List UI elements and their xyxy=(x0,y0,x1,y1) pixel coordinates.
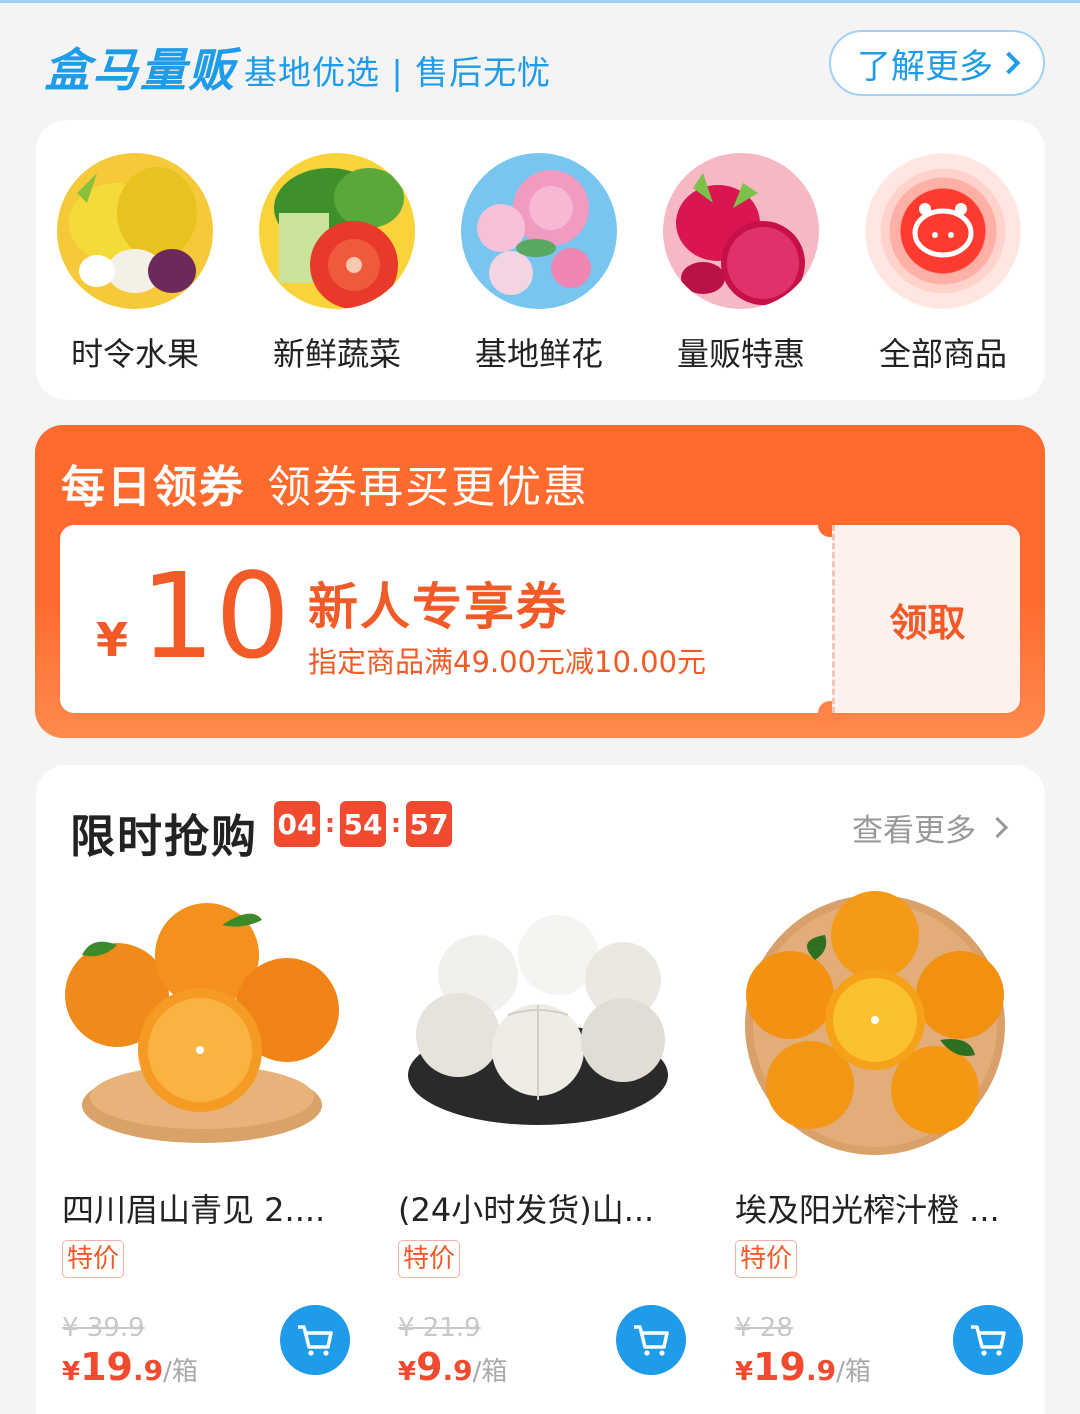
product-image-orange xyxy=(62,885,362,1175)
timer-seconds: 57 xyxy=(406,801,452,847)
category-label: 基地鲜花 xyxy=(474,335,603,373)
learn-more-button[interactable]: 了解更多 xyxy=(829,30,1045,96)
coupon-currency: ¥ xyxy=(96,613,129,667)
original-price: ¥ 39.9 xyxy=(62,1313,145,1343)
cart-icon xyxy=(634,1325,669,1356)
original-price: ¥ 28 xyxy=(735,1313,793,1343)
sale-price: ¥9.9/箱 xyxy=(398,1345,507,1389)
coupon-name: 新人专享券 xyxy=(308,578,568,636)
price-unit: /箱 xyxy=(836,1357,871,1387)
header: 盒马量贩 基地优选 | 售后无忧 了解更多 xyxy=(0,0,1080,120)
timer-separator: : xyxy=(390,809,402,839)
product-card[interactable]: 埃及阳光榨汁橙 ... 特价 ¥ 28 ¥19.9/箱 xyxy=(735,885,1035,1414)
chevron-right-icon xyxy=(997,51,1021,75)
learn-more-label: 了解更多 xyxy=(857,46,993,87)
price-decimal: .9 xyxy=(805,1354,837,1387)
claim-coupon-button[interactable]: 领取 xyxy=(832,525,1020,713)
add-to-cart-button[interactable] xyxy=(280,1305,350,1375)
timer-hours: 04 xyxy=(274,801,320,847)
vegetable-icon xyxy=(259,153,415,309)
brand-tagline: 基地优选 | 售后无忧 xyxy=(244,53,552,92)
brand-logo: 盒马量贩 xyxy=(44,43,236,97)
price-decimal: .9 xyxy=(442,1354,473,1387)
category-label: 时令水果 xyxy=(70,335,199,373)
coupon-section-title: 每日领券 xyxy=(61,462,245,513)
product-name: 四川眉山青见 2.... xyxy=(62,1191,326,1229)
sale-price: ¥19.9/箱 xyxy=(735,1345,871,1389)
flash-sale-card: 限时抢购 04 : 54 : 57 查看更多 四川眉山青见 2.... 特价 ¥… xyxy=(36,765,1045,1414)
category-deals[interactable]: 量贩特惠 xyxy=(661,153,821,375)
product-name: (24小时发货)山... xyxy=(398,1191,655,1229)
special-price-tag: 特价 xyxy=(62,1240,125,1278)
price-decimal: .9 xyxy=(132,1354,164,1387)
price-integer: 19 xyxy=(80,1345,133,1389)
fruit-icon xyxy=(57,153,213,309)
category-label: 新鲜蔬菜 xyxy=(272,335,401,373)
product-card[interactable]: (24小时发货)山... 特价 ¥ 21.9 ¥9.9/箱 xyxy=(398,885,698,1414)
price-unit: /箱 xyxy=(163,1357,198,1387)
price-currency: ¥ xyxy=(62,1357,81,1387)
daily-coupon-section: 每日领券 领券再买更优惠 ¥ 10 新人专享券 指定商品满49.00元减10.0… xyxy=(35,425,1045,738)
price-integer: 19 xyxy=(753,1345,806,1389)
category-vegetable[interactable]: 新鲜蔬菜 xyxy=(257,153,417,375)
dragon-fruit-icon xyxy=(663,153,819,309)
sale-price: ¥19.9/箱 xyxy=(62,1345,198,1389)
price-unit: /箱 xyxy=(472,1357,508,1387)
product-card[interactable]: 四川眉山青见 2.... 特价 ¥ 39.9 ¥19.9/箱 xyxy=(62,885,362,1414)
category-fruit[interactable]: 时令水果 xyxy=(55,153,215,375)
flower-icon xyxy=(461,153,617,309)
claim-label: 领取 xyxy=(889,600,966,645)
category-label: 量贩特惠 xyxy=(676,335,805,373)
coupon-description: 指定商品满49.00元减10.00元 xyxy=(308,645,707,679)
category-label: 全部商品 xyxy=(878,335,1007,373)
chevron-right-icon xyxy=(986,816,1009,839)
price-currency: ¥ xyxy=(735,1357,754,1387)
add-to-cart-button[interactable] xyxy=(616,1305,686,1375)
cart-icon xyxy=(298,1325,333,1356)
special-price-tag: 特价 xyxy=(398,1240,461,1278)
new-user-coupon: ¥ 10 新人专享券 指定商品满49.00元减10.00元 领取 xyxy=(60,513,1020,725)
see-more-link[interactable]: 查看更多 xyxy=(852,805,1009,850)
countdown-timer: 04 : 54 : 57 xyxy=(274,801,452,847)
see-more-label: 查看更多 xyxy=(852,813,976,849)
category-card: 时令水果 新鲜蔬菜 基地鲜花 量贩特惠 全部商品 xyxy=(36,120,1045,400)
original-price: ¥ 21.9 xyxy=(398,1313,481,1343)
product-name: 埃及阳光榨汁橙 ... xyxy=(735,1191,1000,1229)
price-integer: 9 xyxy=(416,1345,443,1389)
category-all[interactable]: 全部商品 xyxy=(863,153,1023,375)
add-to-cart-button[interactable] xyxy=(953,1305,1023,1375)
timer-minutes: 54 xyxy=(340,801,386,847)
timer-separator: : xyxy=(324,809,336,839)
coupon-amount: 10 xyxy=(140,547,291,685)
price-currency: ¥ xyxy=(398,1357,417,1387)
coupon-section-subtitle: 领券再买更优惠 xyxy=(267,462,589,513)
flash-sale-title: 限时抢购 xyxy=(70,810,259,863)
product-image-garlic xyxy=(398,885,698,1175)
category-flower[interactable]: 基地鲜花 xyxy=(459,153,619,375)
hippo-icon xyxy=(865,153,1021,309)
cart-icon xyxy=(971,1325,1006,1356)
product-image-juice-orange xyxy=(735,885,1035,1175)
special-price-tag: 特价 xyxy=(735,1240,798,1278)
